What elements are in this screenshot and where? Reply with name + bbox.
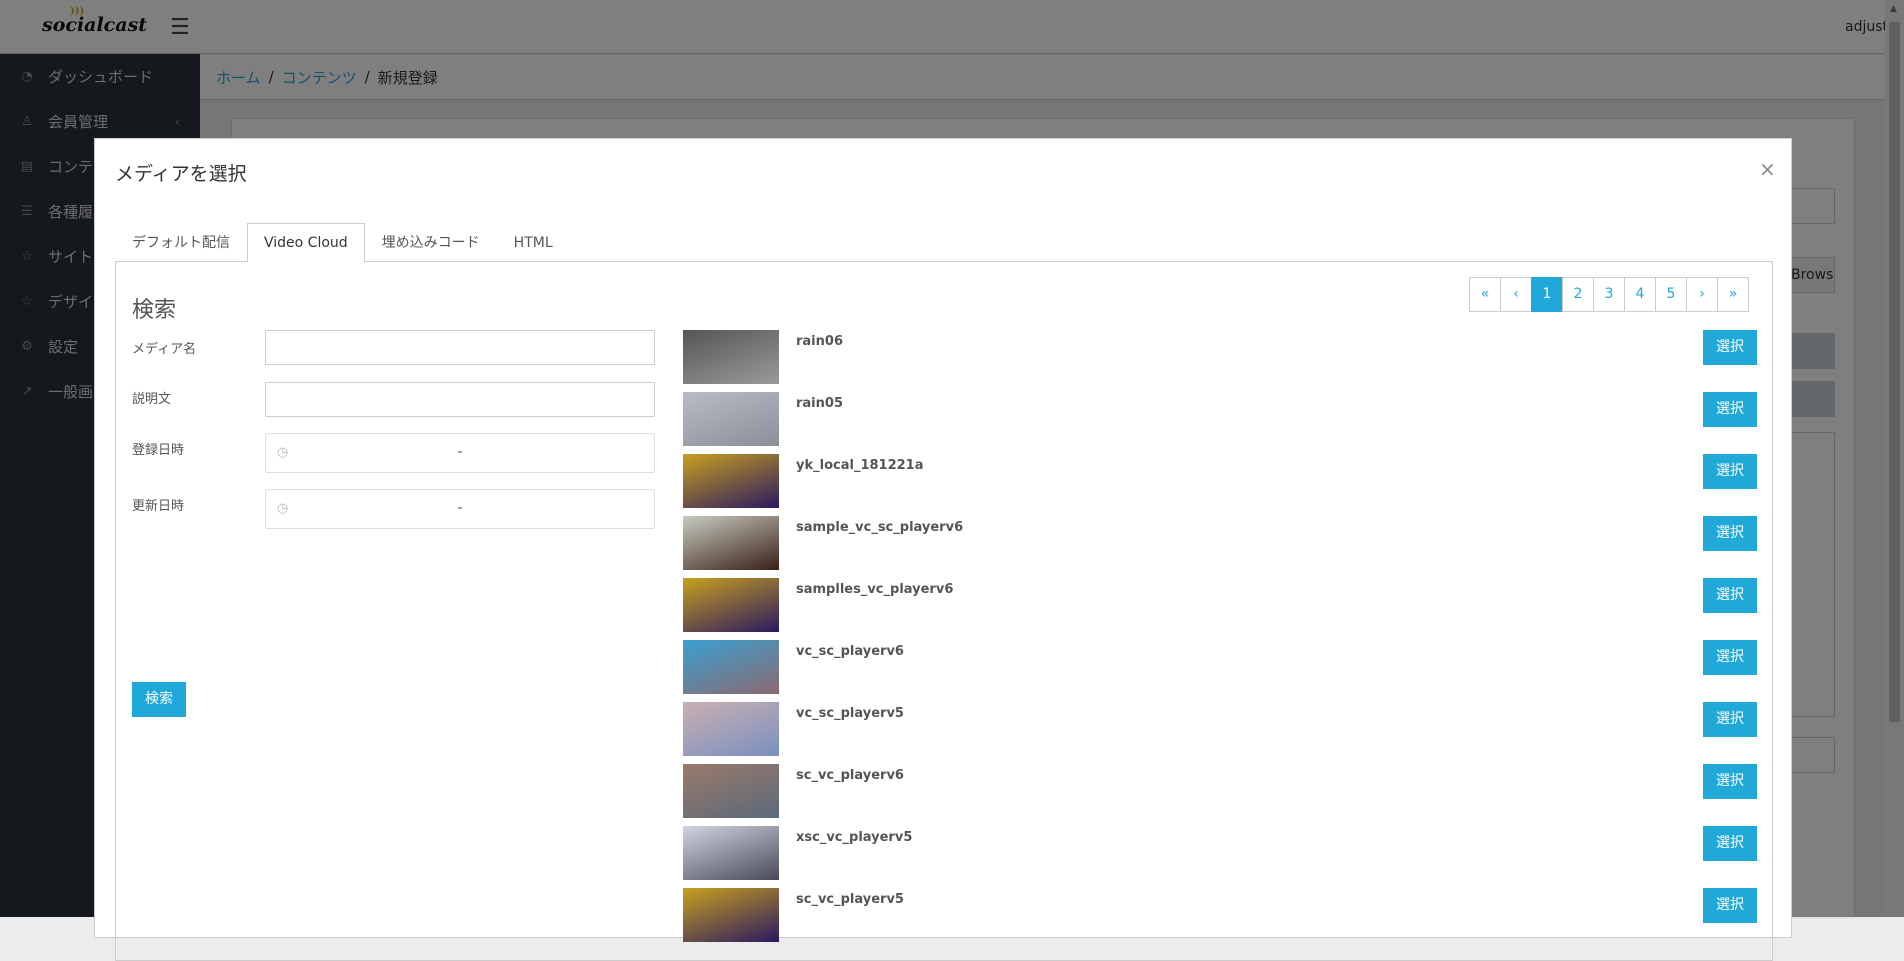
video-thumbnail[interactable] bbox=[683, 640, 779, 694]
description-input[interactable] bbox=[265, 382, 655, 417]
media-name: vc_sc_playerv6 bbox=[796, 644, 904, 659]
page-next-button[interactable]: › bbox=[1686, 277, 1718, 312]
search-heading: 検索 bbox=[132, 298, 177, 323]
media-name-input[interactable] bbox=[265, 330, 655, 365]
video-thumbnail[interactable] bbox=[683, 702, 779, 756]
modal-title: メディアを選択 bbox=[115, 163, 247, 185]
updated-date-label: 更新日時 bbox=[132, 499, 185, 514]
select-button[interactable]: 選択 bbox=[1703, 516, 1757, 551]
media-list-item: yk_local_181221a 選択 bbox=[683, 454, 1763, 508]
updated-date-picker[interactable]: ◷ - bbox=[265, 489, 655, 529]
media-name: yk_local_181221a bbox=[796, 458, 924, 473]
page-button[interactable]: 1 bbox=[1531, 277, 1563, 312]
media-select-modal: メディアを選択 × デフォルト配信 Video Cloud 埋め込みコード HTML … bbox=[94, 138, 1792, 961]
select-button[interactable]: 選択 bbox=[1703, 702, 1757, 737]
video-thumbnail[interactable] bbox=[683, 516, 779, 570]
media-name: rain06 bbox=[796, 334, 843, 349]
media-list-item: rain06 選択 bbox=[683, 330, 1763, 384]
media-name-label: メディア名 bbox=[132, 342, 197, 357]
select-button[interactable]: 選択 bbox=[1703, 578, 1757, 613]
video-thumbnail[interactable] bbox=[683, 392, 779, 446]
media-list-item: sc_vc_playerv6 選択 bbox=[683, 764, 1763, 818]
select-button[interactable]: 選択 bbox=[1703, 454, 1757, 489]
media-name: sc_vc_playerv6 bbox=[796, 768, 904, 783]
tab-0[interactable]: デフォルト配信 bbox=[115, 223, 247, 262]
search-button[interactable]: 検索 bbox=[132, 682, 186, 717]
video-thumbnail[interactable] bbox=[683, 578, 779, 632]
select-button[interactable]: 選択 bbox=[1703, 826, 1757, 861]
page-button[interactable]: 2 bbox=[1562, 277, 1594, 312]
tab-2[interactable]: 埋め込みコード bbox=[365, 223, 497, 262]
media-name: vc_sc_playerv5 bbox=[796, 706, 904, 721]
tab-bar: デフォルト配信 Video Cloud 埋め込みコード HTML bbox=[115, 223, 570, 262]
created-date-picker[interactable]: ◷ - bbox=[265, 433, 655, 473]
description-label: 説明文 bbox=[132, 392, 172, 407]
select-button[interactable]: 選択 bbox=[1703, 888, 1757, 923]
media-list-item: vc_sc_playerv6 選択 bbox=[683, 640, 1763, 694]
media-list-item: vc_sc_playerv5 選択 bbox=[683, 702, 1763, 756]
media-name: sample_vc_sc_playerv6 bbox=[796, 520, 964, 535]
video-cloud-panel: 検索 メディア名 説明文 登録日時 ◷ - 更新日時 ◷ - 検索 «‹ 1 2 3 4 5 ›… bbox=[115, 261, 1773, 961]
pagination: «‹ 1 2 3 4 5 ›» bbox=[1469, 277, 1749, 312]
page-button[interactable]: 3 bbox=[1593, 277, 1625, 312]
video-thumbnail[interactable] bbox=[683, 888, 779, 942]
tab-3[interactable]: HTML bbox=[497, 223, 570, 262]
page-button[interactable]: 4 bbox=[1624, 277, 1656, 312]
media-name: sc_vc_playerv5 bbox=[796, 892, 904, 907]
close-icon[interactable]: × bbox=[1759, 157, 1776, 181]
page-first-button[interactable]: « bbox=[1469, 277, 1501, 312]
select-button[interactable]: 選択 bbox=[1703, 392, 1757, 427]
created-date-value: - bbox=[457, 444, 463, 460]
media-list-item: samplles_vc_playerv6 選択 bbox=[683, 578, 1763, 632]
media-name: rain05 bbox=[796, 396, 843, 411]
video-thumbnail[interactable] bbox=[683, 764, 779, 818]
select-button[interactable]: 選択 bbox=[1703, 764, 1757, 799]
media-list-item: rain05 選択 bbox=[683, 392, 1763, 446]
select-button[interactable]: 選択 bbox=[1703, 330, 1757, 365]
video-thumbnail[interactable] bbox=[683, 330, 779, 384]
updated-date-value: - bbox=[457, 500, 463, 516]
page-prev-button[interactable]: ‹ bbox=[1500, 277, 1532, 312]
page-last-button[interactable]: » bbox=[1717, 277, 1749, 312]
video-thumbnail[interactable] bbox=[683, 454, 779, 508]
page-button[interactable]: 5 bbox=[1655, 277, 1687, 312]
media-list-item: xsc_vc_playerv5 選択 bbox=[683, 826, 1763, 880]
tab-1[interactable]: Video Cloud bbox=[247, 223, 365, 262]
media-name: samplles_vc_playerv6 bbox=[796, 582, 954, 597]
created-date-label: 登録日時 bbox=[132, 443, 185, 458]
media-list-item: sc_vc_playerv5 選択 bbox=[683, 888, 1763, 942]
media-name: xsc_vc_playerv5 bbox=[796, 830, 913, 845]
select-button[interactable]: 選択 bbox=[1703, 640, 1757, 675]
video-thumbnail[interactable] bbox=[683, 826, 779, 880]
media-list-item: sample_vc_sc_playerv6 選択 bbox=[683, 516, 1763, 570]
